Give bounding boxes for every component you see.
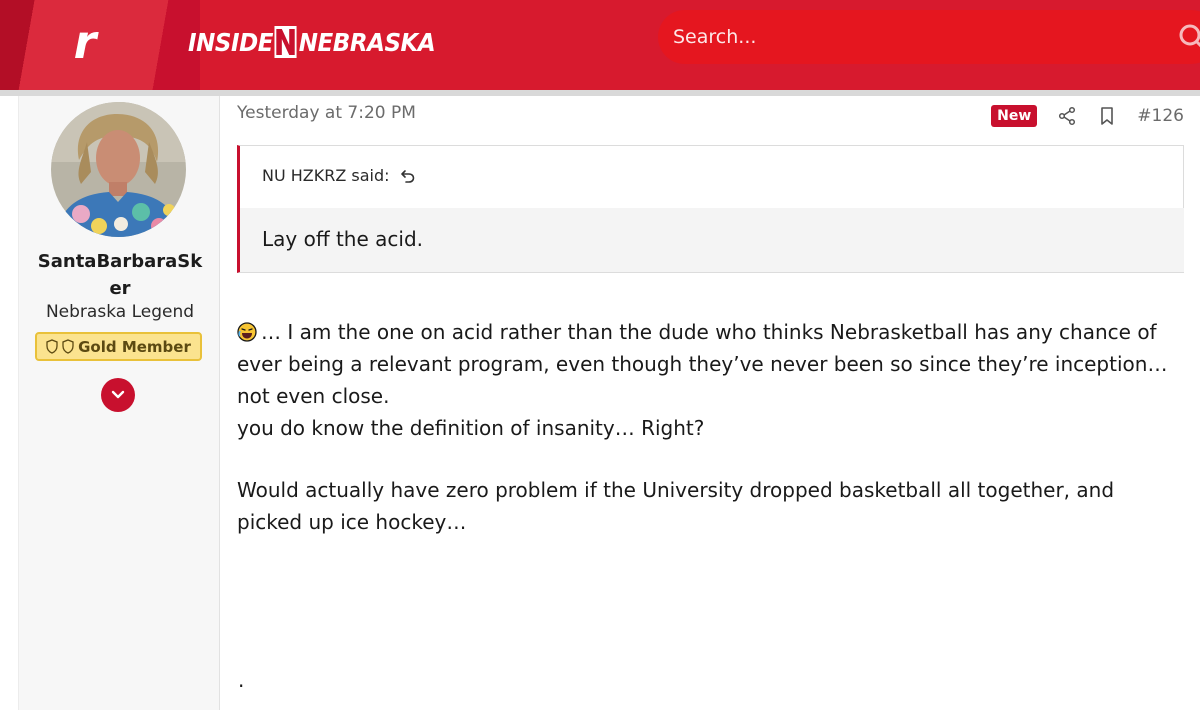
avatar[interactable]	[51, 102, 186, 237]
bookmark-icon[interactable]	[1097, 106, 1117, 126]
post-line-text: … I am the one on acid rather than the d…	[261, 320, 1157, 344]
post-line: not even close.	[237, 384, 390, 408]
quote-author: NU HZKRZ said:	[262, 166, 390, 185]
user-title: Nebraska Legend	[45, 302, 195, 322]
new-badge: New	[991, 105, 1038, 127]
nebraska-n-icon	[274, 25, 298, 59]
quote-block: NU HZKRZ said: Lay off the acid.	[237, 145, 1184, 273]
jump-to-quote-icon[interactable]	[400, 168, 416, 184]
post-line: picked up ice hockey…	[237, 510, 467, 534]
quote-text: Lay off the acid.	[240, 208, 1184, 272]
brand-nebraska: NEBRASKA	[298, 27, 436, 57]
rivals-logo[interactable]: r	[62, 14, 108, 70]
post-timestamp[interactable]: Yesterday at 7:20 PM	[237, 103, 416, 123]
username[interactable]: SantaBarbaraSker	[19, 248, 221, 302]
laughing-emoji-icon	[237, 322, 257, 342]
post-number[interactable]: #126	[1137, 106, 1184, 126]
search-icon[interactable]	[1178, 23, 1200, 51]
post-line: … I am the one on acid rather than the d…	[237, 316, 1187, 348]
share-icon[interactable]	[1057, 106, 1077, 126]
user-sidebar: SantaBarbaraSker Nebraska Legend Gold Me…	[18, 96, 220, 710]
search-input[interactable]	[658, 10, 1138, 64]
shield-icon	[62, 339, 74, 354]
site-header: r INSIDE NEBRASKA	[0, 0, 1200, 90]
shield-icon	[46, 339, 58, 354]
post-body: … I am the one on acid rather than the d…	[237, 316, 1187, 538]
post-actions: New #126	[991, 104, 1184, 128]
expand-user-button[interactable]	[101, 378, 135, 412]
badge-label: Gold Member	[78, 337, 191, 356]
site-brand-logo[interactable]: INSIDE NEBRASKA	[188, 24, 436, 60]
gold-member-badge: Gold Member	[35, 332, 202, 361]
post-trailing-text: .	[238, 668, 245, 692]
chevron-down-icon	[111, 390, 125, 399]
brand-inside: INSIDE	[188, 27, 273, 57]
search-bar[interactable]	[658, 10, 1200, 64]
post-line: Would actually have zero problem if the …	[237, 478, 1115, 502]
quote-header[interactable]: NU HZKRZ said:	[262, 166, 416, 185]
post-line: ever being a relevant program, even thou…	[237, 352, 1168, 376]
post-line: you do know the definition of insanity… …	[237, 416, 705, 440]
